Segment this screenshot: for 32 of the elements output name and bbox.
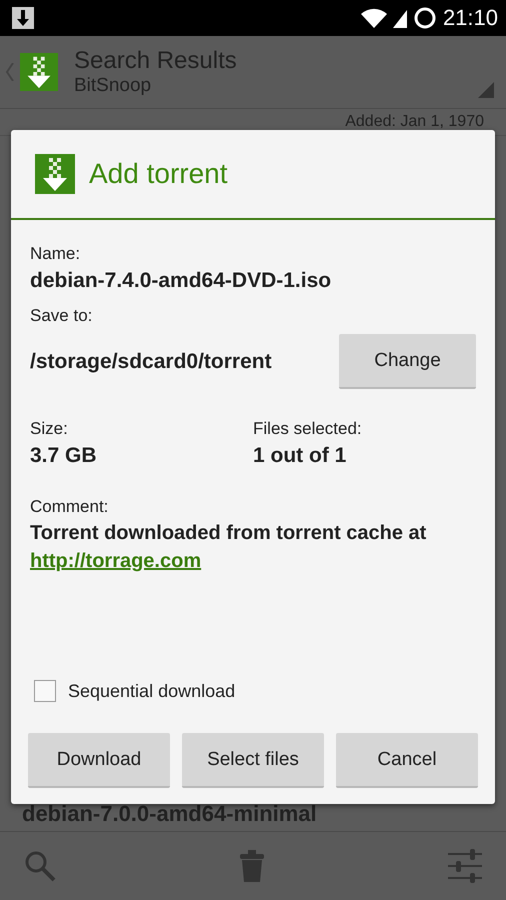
search-icon[interactable] (24, 850, 56, 882)
sequential-label: Sequential download (68, 680, 236, 703)
dialog-button[interactable]: Select files (182, 733, 324, 788)
size-value: 3.7 GB (30, 443, 98, 469)
files-label: Files selected: (253, 418, 363, 440)
save-label: Save to: (30, 305, 94, 327)
result-name: debian-7.0.0-amd64-minimal (22, 801, 318, 827)
comment-text: Torrent downloaded from torrent cache at http://torrage.com (30, 521, 428, 574)
name-label: Name: (30, 243, 82, 265)
comment-link[interactable]: http://torrage.com (30, 550, 202, 572)
comment-label: Comment: (30, 496, 110, 518)
trash-icon[interactable] (240, 850, 264, 882)
clock-time: 21:10 (442, 5, 498, 31)
app-icon (20, 53, 58, 91)
dialog-title: Add torrent (89, 158, 228, 190)
save-path: /storage/sdcard0/torrent (30, 348, 272, 374)
signal-icon (392, 8, 407, 28)
app-icon (35, 154, 75, 194)
screen-title: Search Results (74, 47, 237, 75)
sequential-checkbox[interactable] (34, 680, 56, 702)
size-label: Size: (30, 418, 69, 440)
added-date: Added: Jan 1, 1970 (345, 113, 484, 131)
wifi-icon (360, 8, 387, 28)
torrent-name: debian-7.4.0-amd64-DVD-1.iso (30, 268, 332, 294)
battery-ring-icon (412, 6, 437, 30)
files-value: 1 out of 1 (253, 443, 348, 469)
dialog-button[interactable]: Download (28, 733, 170, 788)
download-icon (12, 7, 34, 29)
settings-sliders-icon[interactable] (448, 849, 482, 883)
dropdown-corner-icon[interactable] (478, 82, 494, 98)
change-button[interactable]: Change (339, 334, 476, 389)
dialog-button[interactable]: Cancel (336, 733, 478, 788)
